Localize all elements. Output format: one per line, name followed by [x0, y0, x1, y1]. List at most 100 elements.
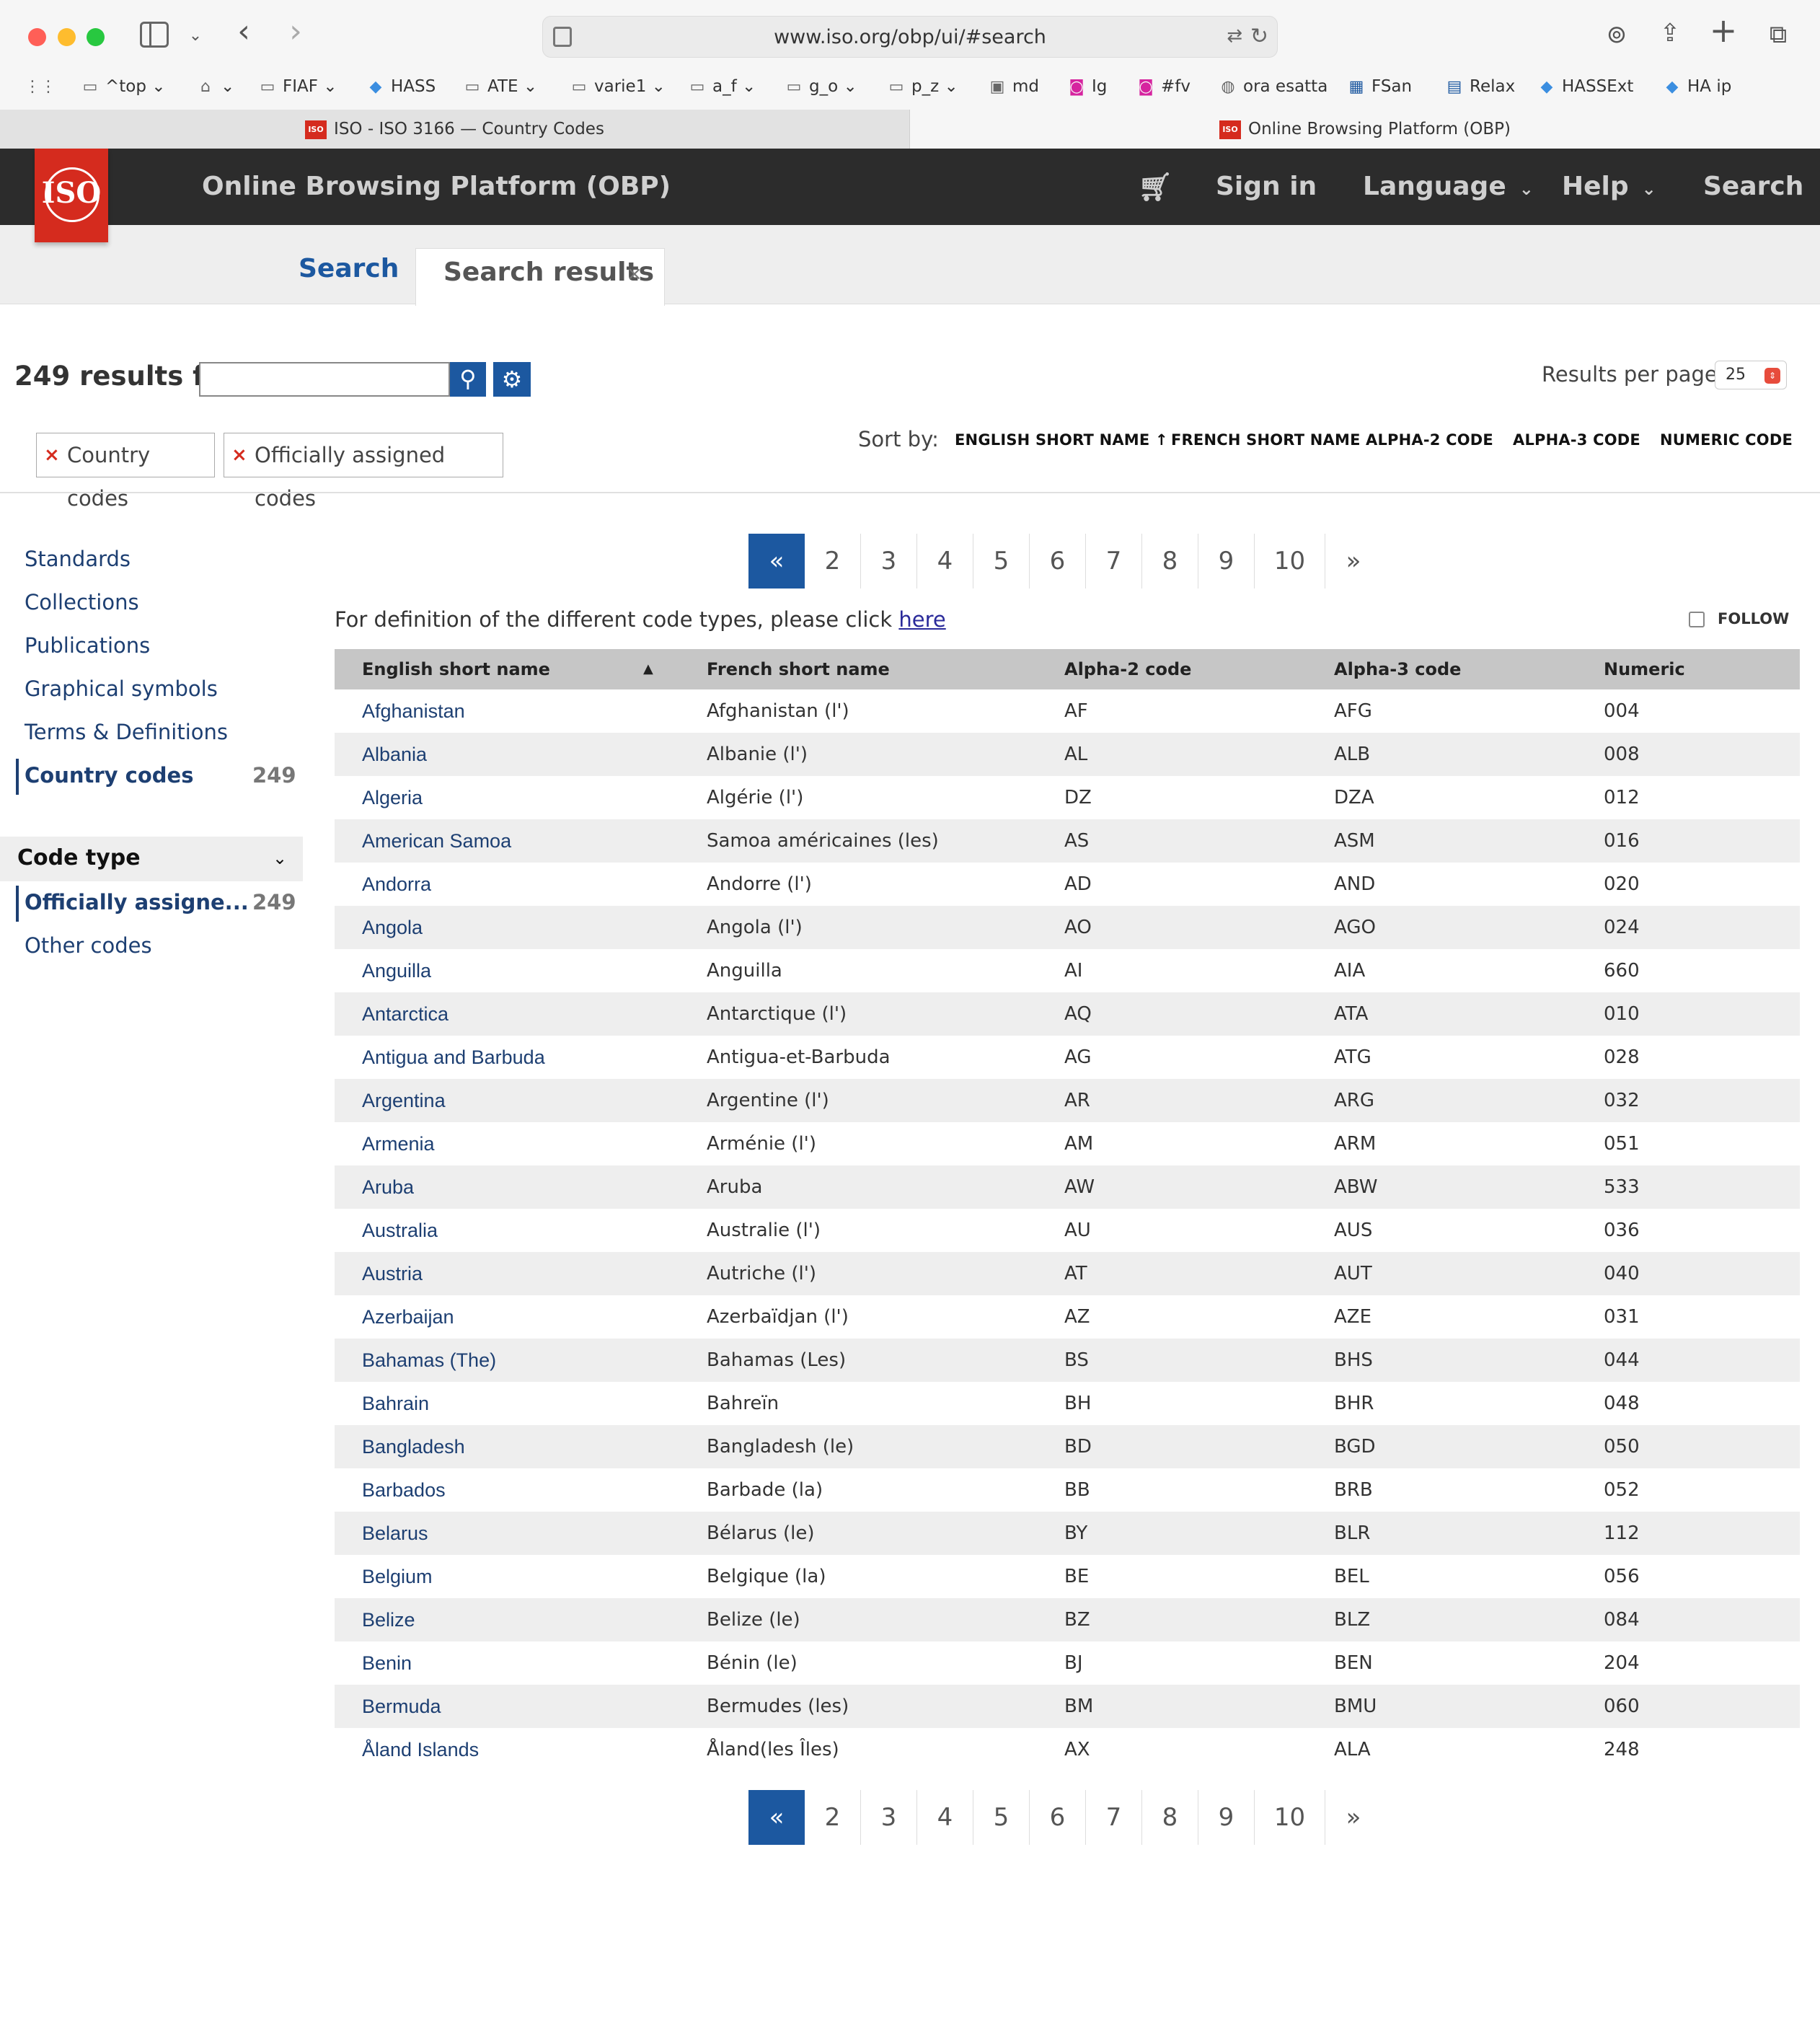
- english-name-cell[interactable]: Andorra: [362, 863, 431, 906]
- english-name-cell[interactable]: Angola: [362, 906, 423, 949]
- table-row[interactable]: Bangladesh Bangladesh (le) BD BGD 050: [335, 1425, 1800, 1468]
- english-name-cell[interactable]: Argentina: [362, 1079, 446, 1122]
- table-row[interactable]: Benin Bénin (le) BJ BEN 204: [335, 1641, 1800, 1685]
- close-window-button[interactable]: [28, 28, 46, 46]
- table-row[interactable]: American Samoa Samoa américaines (les) AS A…: [335, 819, 1800, 863]
- page-button[interactable]: 4: [917, 534, 973, 589]
- facet-other-codes[interactable]: Other codes: [25, 933, 152, 958]
- search-input[interactable]: [199, 362, 450, 397]
- page-first-button[interactable]: «: [748, 534, 805, 589]
- password-icon[interactable]: ⊚: [1602, 20, 1631, 49]
- help-menu[interactable]: Help ⌄: [1562, 149, 1656, 227]
- definition-link[interactable]: here: [898, 607, 945, 632]
- results-per-page-select[interactable]: 25 ⇕: [1715, 361, 1787, 389]
- remove-filter-icon[interactable]: ×: [44, 433, 60, 477]
- address-bar[interactable]: www.iso.org/obp/ui/#search ⇄ ↻: [542, 16, 1278, 58]
- follow-checkbox[interactable]: [1689, 612, 1705, 627]
- english-name-cell[interactable]: Bermuda: [362, 1685, 441, 1728]
- code-type-facet-header[interactable]: Code type ⌄: [0, 837, 303, 881]
- tab-search-results[interactable]: Search results ×: [415, 248, 665, 306]
- english-name-cell[interactable]: Åland Islands: [362, 1728, 479, 1771]
- english-name-cell[interactable]: Bahamas (The): [362, 1339, 496, 1382]
- table-row[interactable]: Bahamas (The) Bahamas (Les) BS BHS 044: [335, 1339, 1800, 1382]
- browser-tab[interactable]: ISO ISO - ISO 3166 — Country Codes: [0, 110, 910, 149]
- table-row[interactable]: Albania Albanie (l') AL ALB 008: [335, 733, 1800, 776]
- bookmark-link[interactable]: ◍ ora esatta: [1219, 72, 1328, 101]
- english-name-cell[interactable]: Belize: [362, 1598, 415, 1641]
- table-row[interactable]: Bermuda Bermudes (les) BM BMU 060: [335, 1685, 1800, 1728]
- bookmark-folder[interactable]: ▭ ^top ⌄: [81, 72, 166, 101]
- gear-icon[interactable]: ⚙: [493, 362, 531, 397]
- english-name-cell[interactable]: Albania: [362, 733, 427, 776]
- bookmark-folder[interactable]: ⌂ ⌄: [196, 72, 234, 101]
- table-row[interactable]: Belize Belize (le) BZ BLZ 084: [335, 1598, 1800, 1641]
- english-name-cell[interactable]: Benin: [362, 1641, 412, 1685]
- forward-button[interactable]: ›: [281, 16, 310, 48]
- page-button[interactable]: 8: [1142, 534, 1198, 589]
- remove-filter-icon[interactable]: ×: [231, 433, 247, 477]
- translate-icon[interactable]: ⇄: [1227, 25, 1242, 47]
- page-button[interactable]: 5: [973, 534, 1030, 589]
- column-header-alpha2[interactable]: Alpha-2 code: [1064, 649, 1191, 689]
- bookmark-folder[interactable]: ▭ varie1 ⌄: [570, 72, 666, 101]
- column-header-numeric[interactable]: Numeric: [1604, 649, 1685, 689]
- sort-alpha-3-code[interactable]: ALPHA-3 CODE: [1513, 431, 1640, 449]
- zoom-window-button[interactable]: [87, 28, 105, 46]
- back-button[interactable]: ‹: [229, 16, 258, 48]
- table-row[interactable]: Austria Autriche (l') AT AUT 040: [335, 1252, 1800, 1295]
- platform-title[interactable]: Online Browsing Platform (OBP): [202, 149, 671, 225]
- sign-in-link[interactable]: Sign in: [1216, 149, 1317, 225]
- english-name-cell[interactable]: American Samoa: [362, 819, 511, 863]
- table-row[interactable]: Anguilla Anguilla AI AIA 660: [335, 949, 1800, 992]
- table-row[interactable]: Bahrain Bahreïn BH BHR 048: [335, 1382, 1800, 1425]
- bookmark-link[interactable]: ◙ Ig: [1067, 72, 1107, 101]
- table-row[interactable]: Azerbaijan Azerbaïdjan (l') AZ AZE 031: [335, 1295, 1800, 1339]
- bookmark-folder[interactable]: ▭ a_f ⌄: [688, 72, 756, 101]
- page-button[interactable]: 3: [861, 534, 917, 589]
- english-name-cell[interactable]: Barbados: [362, 1468, 446, 1512]
- bookmark-folder[interactable]: ▭ ATE ⌄: [463, 72, 538, 101]
- chevron-down-icon[interactable]: ⌄: [185, 22, 206, 50]
- tab-overview-icon[interactable]: ⧉: [1764, 20, 1793, 49]
- english-name-cell[interactable]: Bahrain: [362, 1382, 429, 1425]
- english-name-cell[interactable]: Anguilla: [362, 949, 431, 992]
- browser-tab-active[interactable]: ISO Online Browsing Platform (OBP): [910, 110, 1820, 149]
- table-row[interactable]: Aruba Aruba AW ABW 533: [335, 1165, 1800, 1209]
- bookmark-folder[interactable]: ▭ p_z ⌄: [887, 72, 958, 101]
- page-button[interactable]: 10: [1255, 534, 1325, 589]
- table-row[interactable]: Antigua and Barbuda Antigua-et-Barbuda AG A…: [335, 1036, 1800, 1079]
- bookmark-link[interactable]: ◆ HASS: [366, 72, 436, 101]
- tab-search[interactable]: Search: [299, 254, 399, 283]
- bookmark-link[interactable]: ▤ Relax: [1445, 72, 1516, 101]
- page-button[interactable]: 10: [1255, 1790, 1325, 1845]
- page-button[interactable]: 9: [1198, 534, 1255, 589]
- table-row[interactable]: Åland Islands Åland(les Îles) AX ALA 248: [335, 1728, 1800, 1771]
- page-button[interactable]: 2: [805, 534, 861, 589]
- language-menu[interactable]: Language ⌄: [1363, 149, 1534, 227]
- page-button[interactable]: 9: [1198, 1790, 1255, 1845]
- sort-french-short-name[interactable]: FRENCH SHORT NAME: [1171, 431, 1361, 449]
- facet-officially-assigned[interactable]: Officially assigne...: [25, 890, 249, 914]
- sidebar-item-graphical-symbols[interactable]: Graphical symbols: [25, 676, 218, 701]
- sort-numeric-code[interactable]: NUMERIC CODE: [1660, 431, 1793, 449]
- english-name-cell[interactable]: Azerbaijan: [362, 1295, 454, 1339]
- table-row[interactable]: Argentina Argentine (l') AR ARG 032: [335, 1079, 1800, 1122]
- search-icon[interactable]: ⚲: [450, 362, 486, 397]
- sidebar-item-collections[interactable]: Collections: [25, 590, 139, 614]
- bookmark-link[interactable]: ▣ md: [988, 72, 1039, 101]
- bookmark-link[interactable]: ◆ HASSExt: [1537, 72, 1634, 101]
- reload-icon[interactable]: ↻: [1250, 24, 1268, 49]
- english-name-cell[interactable]: Bangladesh: [362, 1425, 465, 1468]
- english-name-cell[interactable]: Algeria: [362, 776, 423, 819]
- share-icon[interactable]: ⇪: [1656, 19, 1684, 48]
- page-button[interactable]: 4: [917, 1790, 973, 1845]
- page-next-button[interactable]: »: [1325, 1790, 1382, 1845]
- bookmark-folder[interactable]: ▭ FIAF ⌄: [258, 72, 337, 101]
- english-name-cell[interactable]: Aruba: [362, 1165, 414, 1209]
- close-icon[interactable]: ×: [627, 263, 642, 285]
- bookmarks-grid-icon[interactable]: ⋮⋮: [25, 72, 56, 101]
- english-name-cell[interactable]: Belarus: [362, 1512, 428, 1555]
- page-button[interactable]: 6: [1030, 534, 1086, 589]
- table-row[interactable]: Belgium Belgique (la) BE BEL 056: [335, 1555, 1800, 1598]
- column-header-english[interactable]: English short name: [362, 649, 550, 689]
